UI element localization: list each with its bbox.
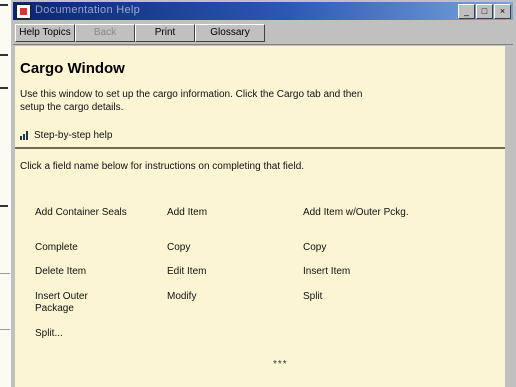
help-window: Documentation Help _ □ × Help Topics Bac… <box>10 0 516 387</box>
intro-text: Use this window to set up the cargo info… <box>20 88 500 114</box>
field-link[interactable]: Add Container Seals <box>35 207 127 219</box>
step-by-step-label: Step-by-step help <box>34 130 113 141</box>
toolbar: Help Topics Back Print Glossary <box>13 22 513 45</box>
field-link[interactable]: Copy <box>303 242 326 254</box>
field-link[interactable]: Edit Item <box>167 266 206 278</box>
window-title: Documentation Help <box>35 4 141 16</box>
field-link[interactable]: Insert Outer Package <box>35 291 101 315</box>
back-button[interactable]: Back <box>75 24 135 42</box>
glossary-button[interactable]: Glossary <box>195 24 265 42</box>
field-link[interactable]: Modify <box>167 291 196 303</box>
help-app-icon <box>16 4 31 19</box>
field-link[interactable]: Split <box>303 291 322 303</box>
instructions-text: Click a field name below for instruction… <box>20 161 305 172</box>
minimize-button[interactable]: _ <box>458 4 475 19</box>
page-title: Cargo Window <box>20 60 125 77</box>
help-topics-button[interactable]: Help Topics <box>15 24 75 42</box>
intro-line: setup the cargo details. <box>20 102 124 113</box>
field-link[interactable]: Add Item <box>167 207 207 219</box>
intro-line: Use this window to set up the cargo info… <box>20 89 363 100</box>
field-link[interactable]: Add Item w/Outer Pckg. <box>303 207 415 219</box>
close-button[interactable]: × <box>494 4 511 19</box>
field-link[interactable]: Copy <box>167 242 190 254</box>
step-by-step-icon <box>20 131 31 140</box>
topic-header: Cargo Window Use this window to set up t… <box>15 46 505 146</box>
more-indicator: *** <box>273 359 288 370</box>
field-link[interactable]: Insert Item <box>303 266 350 278</box>
help-content: Cargo Window Use this window to set up t… <box>15 46 505 387</box>
maximize-button[interactable]: □ <box>476 4 493 19</box>
print-button[interactable]: Print <box>135 24 195 42</box>
field-link[interactable]: Delete Item <box>35 266 86 278</box>
step-by-step-link[interactable]: Step-by-step help <box>20 130 112 141</box>
field-link[interactable]: Complete <box>35 242 78 254</box>
header-divider <box>15 147 505 149</box>
field-link[interactable]: Split... <box>35 328 63 340</box>
title-bar[interactable]: Documentation Help _ □ × <box>13 2 513 20</box>
